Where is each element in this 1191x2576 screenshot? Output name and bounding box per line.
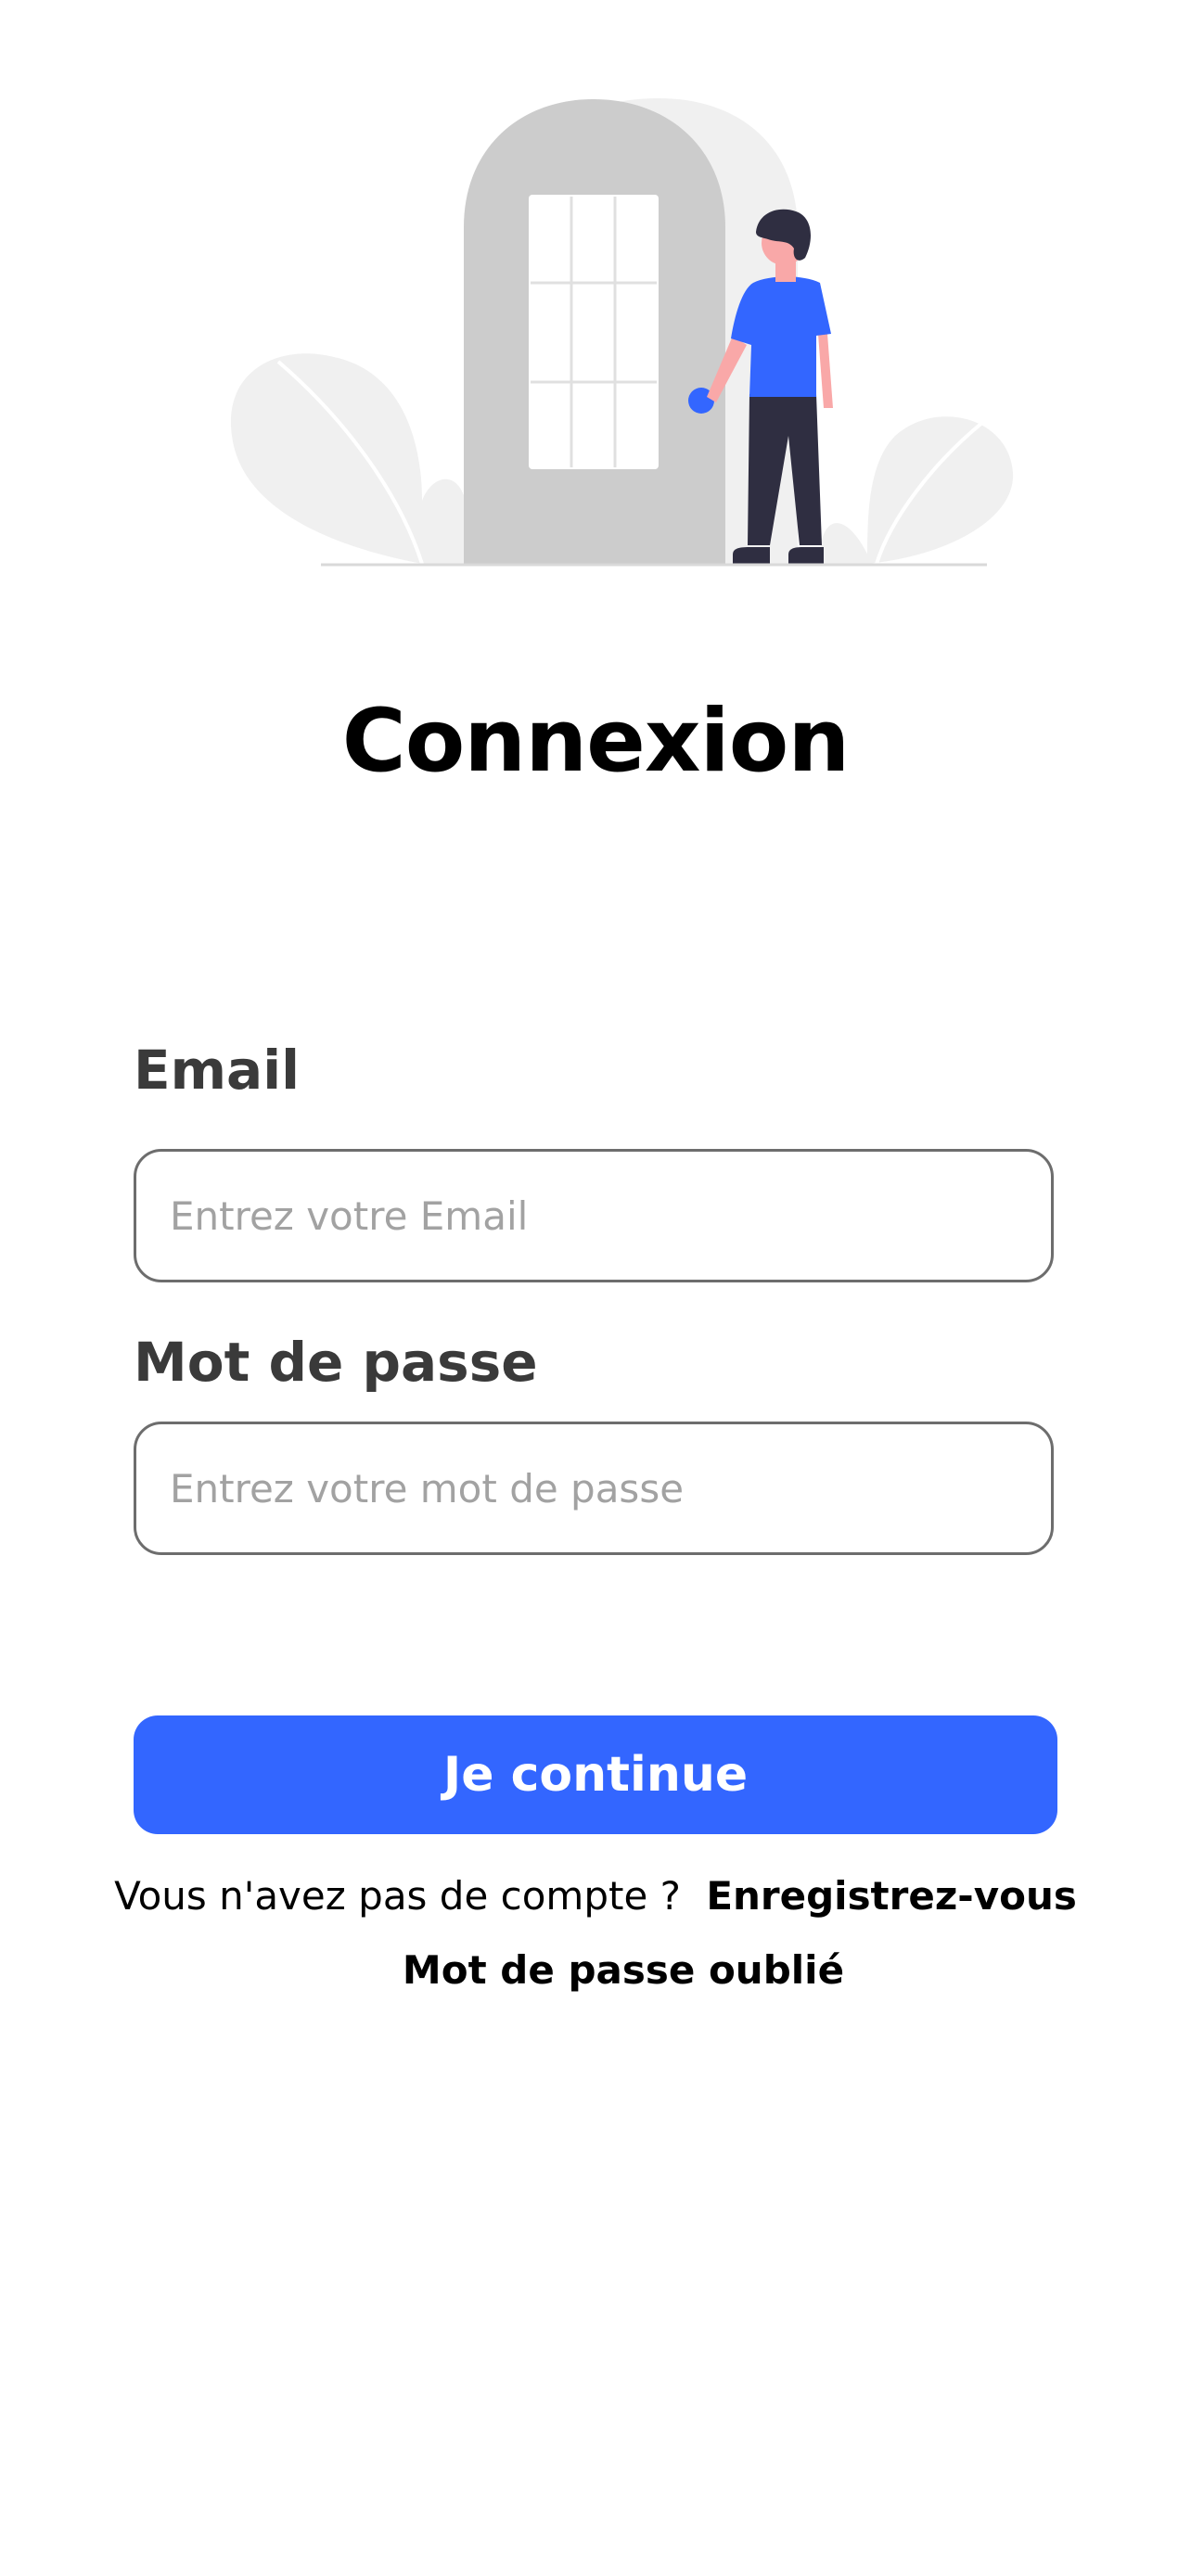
door-window-icon — [529, 195, 659, 469]
register-row: Vous n'avez pas de compte ? Enregistrez-… — [0, 1873, 1191, 1919]
forgot-password-link[interactable]: Mot de passe oublié — [403, 1947, 844, 1993]
email-label: Email — [134, 1039, 300, 1102]
left-plant-icon — [230, 353, 468, 565]
forgot-row: Mot de passe oublié — [0, 1947, 1191, 1993]
password-label: Mot de passe — [134, 1331, 538, 1394]
login-illustration — [230, 98, 1014, 567]
email-field[interactable] — [134, 1149, 1054, 1282]
continue-button[interactable]: Je continue — [134, 1715, 1057, 1834]
no-account-text: Vous n'avez pas de compte ? — [114, 1873, 681, 1919]
register-link[interactable]: Enregistrez-vous — [706, 1873, 1077, 1919]
right-plant-icon — [820, 416, 1014, 565]
page-title: Connexion — [341, 691, 851, 792]
password-field[interactable] — [134, 1422, 1054, 1555]
